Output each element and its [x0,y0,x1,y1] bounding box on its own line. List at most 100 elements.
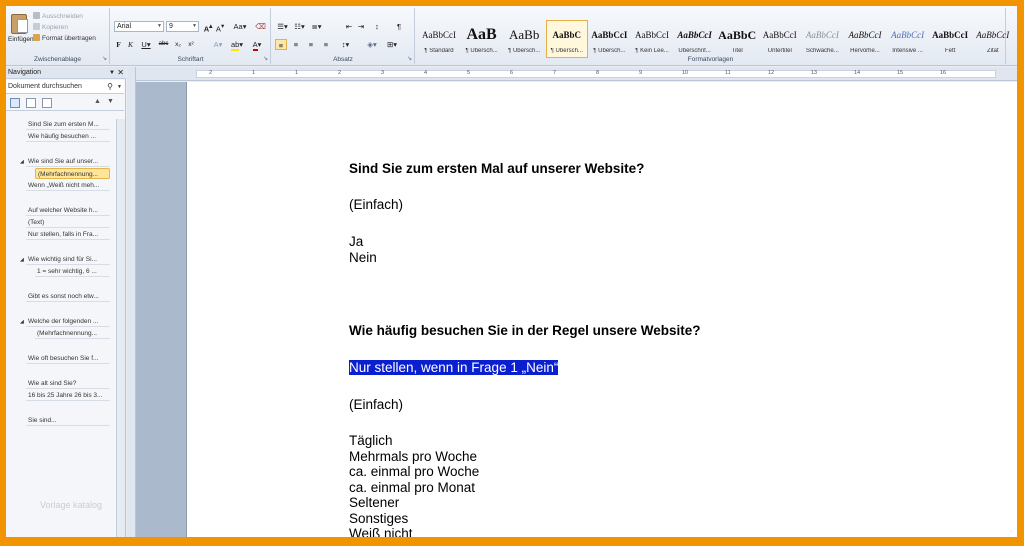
question-2-heading: Wie häufig besuchen Sie in der Regel uns… [349,323,701,338]
clipboard-launcher-icon[interactable]: ↘ [102,55,107,62]
paste-button[interactable]: Einfügen [8,14,34,54]
bullets-icon[interactable]: ☰▾ [275,21,290,32]
style-preview: AaBbCcI [762,30,797,40]
expand-triangle-icon[interactable]: ◢ [20,159,24,165]
line-spacing-icon[interactable]: ↕▾ [338,39,353,50]
ruler-track[interactable]: 2 1 1 2 3 4 5 6 7 8 9 10 11 12 13 14 15 16 [196,70,996,78]
ruler-number: 2 [338,70,342,76]
nav-heading-item[interactable]: Wie wichtig sind für Si... [26,254,110,265]
style-item[interactable]: AaBbCcI Fett [929,20,971,58]
nav-heading-item[interactable]: (Mehrfachnennung... [35,328,110,339]
ruler-number: 8 [596,70,600,76]
style-item[interactable]: AaBbC ¶ Übersch... [545,20,588,58]
nav-heading-item[interactable]: (Text) [26,217,110,228]
nav-heading-item[interactable]: Sind Sie zum ersten M... [26,119,110,130]
pilcrow-icon[interactable]: ¶ [394,21,404,32]
navigation-tabs: ▲ ▼ [6,95,124,111]
clear-format-icon[interactable]: ⌫ [255,21,266,32]
multilevel-list-icon[interactable]: ≣▾ [309,21,324,32]
style-item[interactable]: AaBbC Titel [716,20,758,58]
decrease-indent-icon[interactable]: ⇤ [344,21,354,32]
headings-tab-icon[interactable] [10,98,20,108]
nav-heading-item[interactable]: Wie oft besuchen Sie f... [26,353,110,364]
nav-heading-item[interactable]: Wie sind Sie auf unser... [26,156,110,167]
style-item[interactable]: AaBb ¶ Übersch... [503,20,545,58]
style-name: ¶ Übersch... [593,48,626,54]
justify-icon[interactable]: ≡ [320,39,332,50]
cut-button[interactable]: Ausschneiden [33,12,83,20]
close-icon[interactable]: ✕ [117,67,124,79]
vertical-ruler [127,67,136,537]
shading-icon[interactable]: ◈▾ [364,39,380,50]
font-group: Arial ▼ 9 ▼ A▴ A▾ Aa▾ ⌫ F K U▾ abc x₂ x² A… [111,8,271,64]
format-painter-button[interactable]: Format übertragen [33,34,96,42]
sort-icon[interactable]: ↕ [372,21,382,32]
paragraph-launcher-icon[interactable]: ↘ [407,55,412,62]
style-item[interactable]: AaBbCcI Überschrif... [674,20,716,58]
nav-heading-item[interactable]: Nur stellen, falls in Fra... [26,229,110,240]
nav-heading-item[interactable]: Sie sind... [26,415,110,426]
font-color-icon[interactable]: A▾ [249,39,265,51]
style-item[interactable]: AaBbCcI ¶ Übersch... [588,20,630,58]
paste-label: Einfügen [8,36,34,43]
strikethrough-icon[interactable]: abc [157,39,170,50]
align-center-icon[interactable]: ≡ [290,39,302,50]
nav-heading-item[interactable]: Wie alt sind Sie? [26,378,110,389]
bold-icon[interactable]: F [114,39,123,50]
expand-triangle-icon[interactable]: ◢ [20,257,24,263]
style-item[interactable]: AaBbCcI Intensive ... [887,20,929,58]
nav-heading-item[interactable]: 16 bis 25 Jahre 26 bis 3... [26,390,110,401]
style-item[interactable]: AaBbCcI Schwache... [801,20,843,58]
borders-icon[interactable]: ⊞▾ [384,39,400,50]
shrink-font-icon[interactable]: A▾ [215,21,225,34]
style-item[interactable]: AaBbCcI Hervorhe... [844,20,886,58]
style-item[interactable]: AaBbCcI ¶ Kein Lee... [631,20,673,58]
style-item[interactable]: AaBbCcI Zitat [972,20,1014,58]
document-search-input[interactable]: Dokument durchsuchen ⚲ ▼ [6,80,124,94]
font-launcher-icon[interactable]: ↘ [263,55,268,62]
chevron-down-icon[interactable]: ▼ [117,80,122,94]
document-page[interactable]: Sind Sie zum ersten Mal auf unserer Webs… [186,82,1017,537]
next-arrow-icon[interactable]: ▼ [107,98,114,105]
numbering-icon[interactable]: ☷▾ [292,21,307,32]
style-item[interactable]: AaBbCcI Untertitel [759,20,801,58]
selected-text: Nur stellen, wenn in Frage 1 „Nein“ [349,360,559,375]
nav-heading-item[interactable]: (Mehrfachnennung... [35,168,110,179]
italic-icon[interactable]: K [126,39,135,50]
grow-font-icon[interactable]: A▴ [203,21,213,34]
paragraph-group: ☰▾ ☷▾ ≣▾ ⇤ ⇥ ↕ ¶ ≡ ≡ ≡ ≡ ↕▾ ◈▾ ⊞▾ Absatz… [272,8,415,64]
style-item[interactable]: AaB ¶ Übersch... [461,20,503,58]
font-name-box[interactable]: Arial ▼ [114,21,164,32]
navigation-scrollbar[interactable] [116,119,125,537]
nav-heading-item[interactable]: Gibt es sonst noch etw... [26,291,110,302]
style-name: Intensive ... [892,48,923,54]
subscript-icon[interactable]: x₂ [173,39,183,50]
align-right-icon[interactable]: ≡ [305,39,317,50]
style-preview: AaBbCcI [422,30,456,40]
nav-heading-item[interactable]: Wenn „Weiß nicht meh... [26,180,110,191]
chevron-down-icon[interactable]: ▼ [109,67,115,79]
nav-heading-item[interactable]: Auf welcher Website h... [26,205,110,216]
question-1-option: Nein [349,250,377,265]
text-effects-icon[interactable]: A▾ [211,39,225,50]
style-item[interactable]: AaBbCcI ¶ Standard [418,20,460,58]
highlight-color-icon[interactable]: ab▾ [229,39,245,51]
nav-heading-item[interactable]: Wie häufig besuchen ... [26,131,110,142]
copy-button[interactable]: Kopieren [33,23,68,31]
superscript-icon[interactable]: x² [186,39,196,50]
nav-heading-item[interactable]: Welche der folgenden ... [26,316,110,327]
results-tab-icon[interactable] [42,98,52,108]
underline-icon[interactable]: U▾ [139,39,153,50]
align-left-icon[interactable]: ≡ [275,39,287,50]
font-size-box[interactable]: 9 ▼ [166,21,199,32]
change-case-icon[interactable]: Aa▾ [232,21,248,32]
previous-arrow-icon[interactable]: ▲ [94,98,101,105]
search-icon[interactable]: ⚲ [107,80,113,94]
chevron-down-icon: ▼ [157,23,162,29]
style-name: ¶ Kein Lee... [635,48,669,54]
pages-tab-icon[interactable] [26,98,36,108]
expand-triangle-icon[interactable]: ◢ [20,319,24,325]
increase-indent-icon[interactable]: ⇥ [356,21,366,32]
nav-heading-item[interactable]: 1 = sehr wichtig, 6 ... [35,266,110,277]
ruler-number: 16 [940,70,947,76]
